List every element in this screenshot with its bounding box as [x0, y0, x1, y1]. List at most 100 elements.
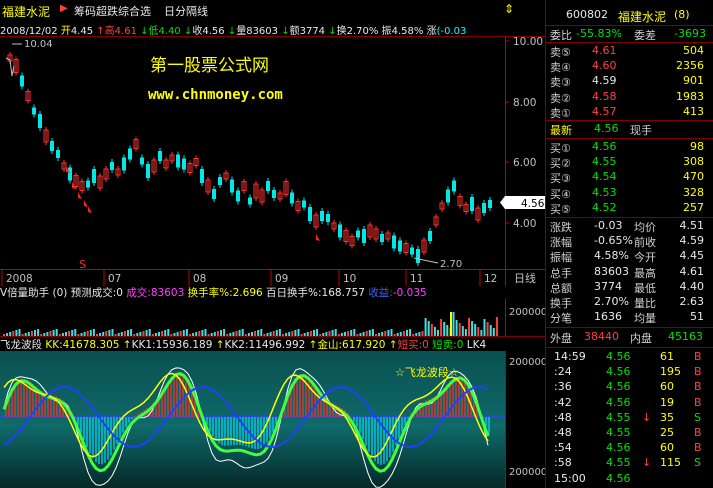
volume-indicator-name[interactable]: V倍量助手: [0, 287, 49, 299]
forecast-deal: 预测成交:0: [70, 287, 123, 299]
volume-bar: [136, 333, 139, 336]
volume-bar: [437, 330, 439, 336]
candle-body: [146, 164, 150, 178]
stat-row: 总手 83603 最高 4.61: [550, 265, 710, 280]
volume-bar: [195, 332, 198, 336]
volume-bar: [34, 330, 36, 336]
price-chart[interactable]: 10.00 8.00 6.00 4.00 10.04 2.70 S 第一股票公式网 w…: [0, 36, 545, 286]
lock-icon[interactable]: ⇕: [504, 2, 514, 16]
kk-label: KK:: [45, 339, 63, 351]
divider: [546, 120, 713, 121]
stock-name: 福建水泥: [2, 5, 51, 19]
candle-body: [20, 75, 24, 87]
triangle-right-icon[interactable]: ▶: [60, 3, 68, 14]
volume-bar: [189, 334, 191, 336]
volume-bar: [452, 312, 455, 336]
volume-bar: [359, 333, 362, 336]
stat-row: 分笔 1636 均量 51: [550, 310, 710, 325]
candle-body: [392, 235, 396, 249]
tick-time: 14:59: [554, 350, 586, 363]
volume-bar: [278, 329, 281, 336]
hundred-turnover-label: 百日换手%:: [266, 287, 322, 299]
volume-bars: [3, 312, 498, 336]
stat-value: 4.51: [679, 219, 705, 232]
volume-bar: [9, 332, 12, 336]
volume-bar: [399, 332, 402, 336]
fly-chart[interactable]: ☆飞龙波段☆ 200000 200000: [0, 351, 545, 488]
fly-axis-bottom: 200000: [509, 467, 545, 478]
candle-body: [326, 214, 330, 222]
fly-indicator-name[interactable]: 飞龙波段: [0, 339, 42, 351]
volume-bar: [375, 334, 377, 336]
volume-value: 83603: [246, 26, 279, 36]
chart-mode[interactable]: 日分隔线: [164, 3, 208, 19]
volume-bar: [92, 329, 95, 336]
volume-bar: [68, 331, 71, 336]
ask-row: 卖③ 4.59 901: [550, 74, 710, 89]
high-value: 4.61: [114, 26, 137, 36]
volume-bar: [114, 334, 117, 336]
gold-arrow-icon: ↑: [388, 339, 398, 351]
volume-bar: [105, 331, 108, 336]
sell-signal: S: [79, 258, 86, 271]
volume-bar: [362, 332, 365, 336]
volume-bar: [294, 330, 297, 336]
volume-bar: [241, 329, 244, 336]
volume-bar: [229, 333, 232, 336]
volume-bar: [303, 333, 306, 336]
volume-bar: [55, 329, 58, 336]
hundred-turnover-value: 168.757: [321, 287, 365, 299]
volume-bar: [58, 334, 61, 336]
ask-price: 4.61: [592, 44, 617, 57]
volume-bar: [74, 329, 77, 336]
price-tag-value: 4.56: [521, 198, 545, 210]
tick-time: :36: [554, 380, 572, 394]
volume-bar: [433, 327, 436, 336]
chart-area[interactable]: 福建水泥 ▶ 筹码超跌综合选 日分隔线 ⇕ 2008/12/02 开4.45 ↑…: [0, 0, 545, 488]
watermark-title: 第一股票公式网: [150, 56, 269, 76]
bid-volume: 257: [683, 200, 704, 214]
open-value: 4.45: [70, 26, 94, 36]
volume-bar: [145, 330, 148, 336]
volume-bar: [111, 329, 114, 336]
tick-flag: B: [694, 350, 702, 363]
bid-row: 买⑤ 4.52 257: [550, 201, 710, 216]
stat-label: 最高: [634, 266, 656, 280]
candle-body: [200, 169, 204, 183]
volume-bar: [12, 331, 15, 336]
candle-body: [218, 177, 222, 185]
volume-bar: [337, 334, 340, 336]
volume-bar: [421, 331, 424, 336]
candle-body: [482, 203, 486, 213]
volume-bar: [353, 329, 356, 336]
x-tick-label: 12: [484, 273, 497, 285]
candle-body: [176, 154, 180, 168]
tick-price: 4.56: [606, 441, 631, 455]
bid-price: 4.54: [592, 170, 617, 184]
volume-bar: [182, 330, 185, 336]
tick-row: :24 4.56 195 B: [550, 365, 710, 380]
bid-row: 买④ 4.53 328: [550, 186, 710, 201]
tick-volume: 60: [660, 380, 674, 394]
current-hand-label: 现手: [630, 124, 652, 137]
last-value: 4.56: [594, 122, 619, 135]
down-arrow-icon: ↓: [328, 26, 337, 36]
tick-price: 4.55: [606, 426, 631, 439]
bid-volume: 308: [683, 155, 704, 169]
indicator-name[interactable]: 筹码超跌综合选: [74, 3, 151, 19]
volume-bar: [393, 334, 396, 336]
volume-bar: [117, 333, 120, 336]
tick-time: :48: [554, 410, 572, 424]
divider: [546, 25, 713, 26]
candle-body: [266, 181, 270, 191]
short-buy-label: 短买:: [397, 339, 423, 351]
volume-chart[interactable]: 200000: [0, 299, 545, 337]
volume-bar: [415, 333, 418, 336]
candle-body: [68, 167, 72, 181]
stat-value: 3774: [594, 279, 622, 293]
close-value: 4.56: [202, 26, 225, 36]
volume-bar-highlight: [450, 312, 452, 336]
high-label: 高: [104, 26, 115, 36]
period-label[interactable]: 日线: [514, 271, 536, 285]
chart-title-bar: 福建水泥 ▶ 筹码超跌综合选 日分隔线 ⇕: [0, 0, 545, 22]
